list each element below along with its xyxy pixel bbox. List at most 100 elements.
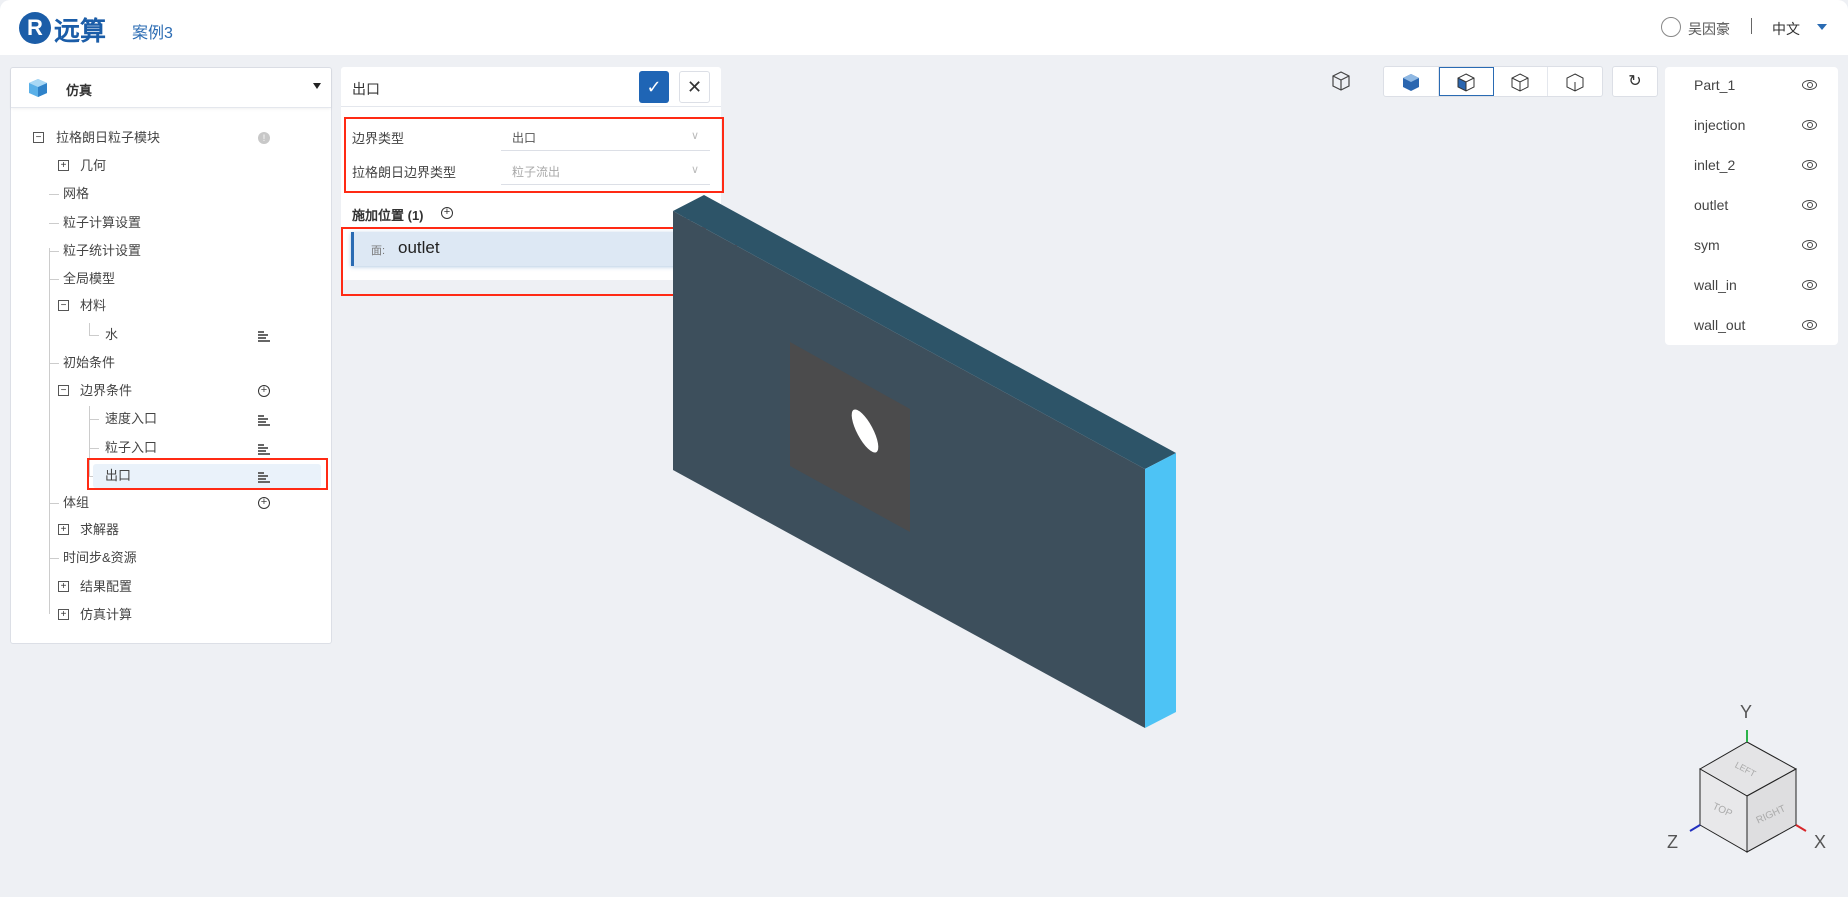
cube-wire-icon (1566, 72, 1584, 92)
cube-solid-icon (1402, 73, 1419, 91)
tree-item[interactable]: 时间步&资源 (11, 545, 331, 571)
tree-item-label: 边界条件 (80, 383, 133, 398)
part-name: sym (1694, 237, 1720, 253)
eye-icon[interactable] (1802, 320, 1817, 330)
tree-item[interactable]: + 几何 (11, 153, 331, 179)
part-item[interactable]: inlet_2 (1665, 147, 1838, 187)
eye-icon[interactable] (1802, 120, 1817, 130)
reset-view-button[interactable]: ↻ (1612, 66, 1658, 97)
eye-icon[interactable] (1802, 160, 1817, 170)
outlet-face (1145, 453, 1176, 728)
logo-icon: R (19, 12, 51, 44)
tree-item[interactable]: 全局模型 (11, 266, 331, 292)
tree-item-label: 仿真计算 (80, 607, 133, 622)
collapse-icon[interactable]: − (58, 300, 69, 311)
add-location-icon[interactable]: + (441, 207, 453, 219)
part-item[interactable]: wall_out (1665, 307, 1838, 347)
tree-item[interactable]: 速度入口 (11, 406, 331, 432)
tree-item[interactable]: + 结果配置 (11, 574, 331, 600)
part-name: wall_in (1694, 277, 1737, 293)
parts-list: Part_1 injection inlet_2outlet sym wall_inwa… (1665, 67, 1838, 345)
top-header: R 远算 案例3 吴因豪 中文 (0, 0, 1848, 55)
part-item[interactable]: wall_in (1665, 267, 1838, 307)
eye-icon[interactable] (1802, 240, 1817, 250)
menu-lines-icon[interactable] (258, 415, 270, 426)
part-item[interactable]: injection (1665, 107, 1838, 147)
cube-view-icon[interactable] (1330, 70, 1352, 92)
part-item[interactable]: sym (1665, 227, 1838, 267)
part-name: wall_out (1694, 317, 1746, 333)
expand-icon[interactable]: + (58, 160, 69, 171)
part-name: Part_1 (1694, 77, 1736, 93)
part-item[interactable]: outlet (1665, 187, 1838, 227)
y-axis-label: Y (1740, 702, 1752, 722)
tree-item[interactable]: − 拉格朗日粒子模块! (11, 125, 331, 151)
view-front-button[interactable] (1438, 67, 1494, 96)
view-toggle-group (1383, 66, 1603, 97)
tree-item[interactable]: 初始条件 (11, 350, 331, 376)
highlight-box (344, 117, 724, 193)
tree-connector (49, 558, 59, 559)
tree-item[interactable]: 粒子统计设置 (11, 238, 331, 264)
view-top-button[interactable] (1548, 67, 1602, 96)
collapse-icon[interactable]: − (58, 385, 69, 396)
expand-icon[interactable]: + (58, 581, 69, 592)
tree-item-label: 求解器 (80, 522, 120, 537)
tree-item[interactable]: 粒子计算设置 (11, 210, 331, 236)
axis-orientation-cube[interactable]: LEFT TOP RIGHT Y X Z (1640, 680, 1848, 897)
part-name: inlet_2 (1694, 157, 1736, 173)
tree-item-label: 拉格朗日粒子模块 (56, 130, 161, 145)
tree-item[interactable]: + 求解器 (11, 517, 331, 543)
tree-item-label: 材料 (80, 298, 107, 313)
project-name[interactable]: 案例3 (132, 19, 173, 43)
collapse-icon[interactable]: − (33, 132, 44, 143)
expand-icon[interactable]: + (58, 524, 69, 535)
tree-item[interactable]: − 材料 (11, 293, 331, 319)
location-label: 施加位置 (1) (352, 208, 424, 223)
inner-square (790, 342, 910, 532)
tree-item-label: 粒子计算设置 (63, 215, 142, 230)
x-axis-label: X (1814, 832, 1826, 852)
part-name: injection (1694, 117, 1746, 133)
tree-item-label: 结果配置 (80, 579, 133, 594)
add-circle-icon[interactable]: + (258, 497, 270, 509)
model-top-face (673, 195, 1176, 469)
cube-icon (29, 79, 47, 97)
dropdown-caret-icon[interactable] (313, 83, 321, 89)
eye-icon[interactable] (1802, 80, 1817, 90)
close-icon: ✕ (686, 77, 703, 97)
menu-lines-icon[interactable] (258, 444, 270, 455)
language-select[interactable]: 中文 (1772, 19, 1800, 39)
highlight-box (87, 458, 328, 490)
model-front-face (673, 211, 1145, 728)
tree-item-label: 速度入口 (105, 411, 158, 426)
tree-item-label: 水 (105, 327, 119, 342)
view-iso-button[interactable] (1384, 67, 1439, 96)
eye-icon[interactable] (1802, 280, 1817, 290)
eye-icon[interactable] (1802, 200, 1817, 210)
tree-item[interactable]: − 边界条件 + (11, 378, 331, 404)
close-button[interactable]: ✕ (679, 71, 710, 103)
tree-connector (89, 335, 99, 336)
tree-item[interactable]: 网格 (11, 181, 331, 207)
tree-item-label: 网格 (63, 186, 90, 201)
panel-header[interactable]: 仿真 (11, 68, 331, 108)
tree-item-label: 粒子统计设置 (63, 243, 142, 258)
menu-lines-icon[interactable] (258, 331, 270, 342)
tree-item[interactable]: 水 (11, 322, 331, 348)
add-circle-icon[interactable]: + (258, 385, 270, 397)
inlet-hole (851, 409, 879, 453)
user-icon[interactable] (1661, 17, 1681, 37)
expand-icon[interactable]: + (58, 609, 69, 620)
tree-connector (89, 448, 99, 449)
tree-item[interactable]: 体组 + (11, 490, 331, 516)
tree-item[interactable]: + 仿真计算 (11, 602, 331, 628)
tree-connector (49, 223, 59, 224)
user-name[interactable]: 吴因豪 (1688, 19, 1730, 39)
part-item[interactable]: Part_1 (1665, 67, 1838, 107)
view-side-button[interactable] (1494, 67, 1549, 96)
tree-guide (89, 323, 90, 336)
clear-button[interactable]: 清除 (681, 205, 707, 224)
chevron-down-icon[interactable] (1817, 24, 1827, 30)
confirm-button[interactable]: ✓ (639, 71, 669, 103)
